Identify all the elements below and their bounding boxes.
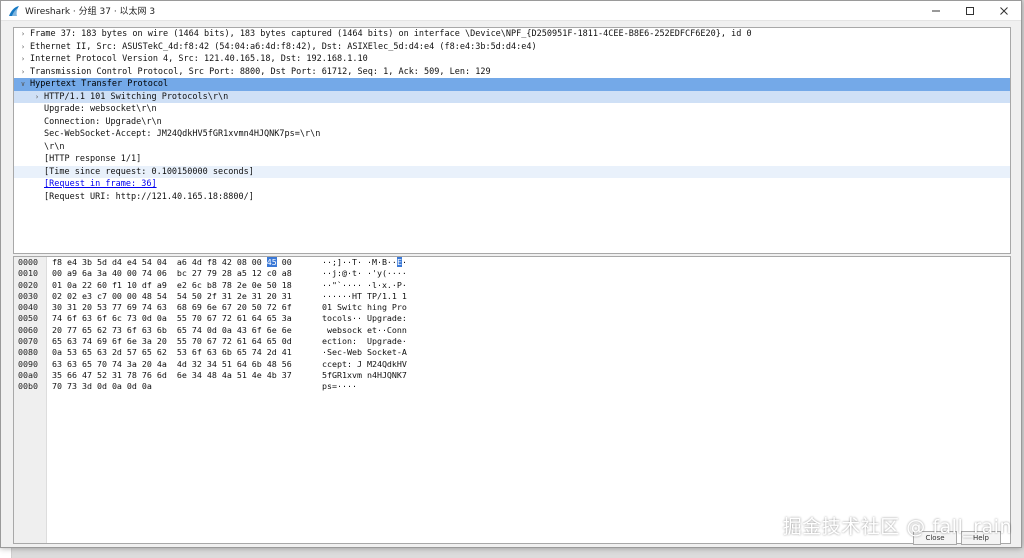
maximize-button[interactable]	[953, 1, 987, 21]
hex-bytes[interactable]: f8 e4 3b 5d d4 e4 54 04 a6 4d f8 42 08 0…	[52, 257, 292, 268]
hex-line: 00b0 70 73 3d 0d 0a 0d 0a ps=····	[14, 381, 1010, 392]
tree-row-label: Frame 37: 183 bytes on wire (1464 bits),…	[30, 29, 752, 39]
hex-ascii[interactable]: ··;]··T· ·M·B··E·	[322, 257, 407, 268]
hex-line: 0030 02 02 e3 c7 00 00 48 54 54 50 2f 31 …	[14, 291, 1010, 302]
tree-row[interactable]: › HTTP/1.1 101 Switching Protocols\r\n	[14, 90, 1010, 104]
tree-row[interactable]: [Time since request: 0.100150000 seconds…	[14, 165, 1010, 178]
hex-offset: 0000	[18, 257, 38, 267]
wireshark-fin-icon	[9, 5, 19, 16]
hex-line: 0090 63 63 65 70 74 3a 20 4a 4d 32 34 51 …	[14, 359, 1010, 370]
hex-ascii[interactable]: websock et··Conn	[322, 325, 407, 336]
hex-ascii[interactable]: ······HT TP/1.1 1	[322, 291, 407, 302]
hex-offset: 0040	[18, 302, 38, 313]
hex-offset: 0090	[18, 358, 38, 369]
tree-row-label: Sec-WebSocket-Accept: JM24QdkHV5fGR1xvmn…	[44, 129, 321, 139]
hex-line: 0070 65 63 74 69 6f 6e 3a 20 55 70 67 72 …	[14, 336, 1010, 347]
hex-bytes[interactable]: 0a 53 65 63 2d 57 65 62 53 6f 63 6b 65 7…	[52, 347, 292, 358]
minimize-button[interactable]	[919, 1, 953, 21]
tree-row[interactable]: › Frame 37: 183 bytes on wire (1464 bits)…	[14, 28, 1010, 41]
hex-offset: 0030	[18, 290, 38, 301]
hex-line: 0060 20 77 65 62 73 6f 63 6b 65 74 0d 0a …	[14, 325, 1010, 336]
watermark: 掘金技术社区 @ fall_rain	[782, 516, 1012, 538]
hex-offset: 0060	[18, 324, 38, 335]
desktop: Wireshark · 分组 37 · 以太网 3 › Frame 37: 183…	[0, 0, 1024, 558]
hex-bytes[interactable]: 00 a9 6a 3a 40 00 74 06 bc 27 79 28 a5 1…	[52, 268, 292, 279]
tree-row[interactable]: [Request in frame: 36]	[14, 178, 1010, 191]
packet-details-tree[interactable]: › Frame 37: 183 bytes on wire (1464 bits)…	[13, 27, 1011, 254]
chevron-right-icon[interactable]: ›	[19, 53, 27, 66]
selected-char[interactable]: E	[396, 257, 402, 267]
title-bar[interactable]: Wireshark · 分组 37 · 以太网 3	[1, 1, 1021, 21]
hex-ascii[interactable]: 01 Switc hing Pro	[322, 302, 407, 313]
hex-bytes[interactable]: 63 63 65 70 74 3a 20 4a 4d 32 34 51 64 6…	[52, 359, 292, 370]
close-button[interactable]	[987, 1, 1021, 21]
chevron-right-icon[interactable]: ›	[33, 91, 41, 104]
hex-offset: 0020	[18, 279, 38, 290]
packet-bytes-pane[interactable]: 0000 f8 e4 3b 5d d4 e4 54 04 a6 4d f8 42 …	[13, 256, 1011, 544]
tree-row[interactable]: Connection: Upgrade\r\n	[14, 116, 1010, 129]
hex-offset: 0070	[18, 336, 38, 347]
hex-bytes[interactable]: 74 6f 63 6f 6c 73 0d 0a 55 70 67 72 61 6…	[52, 313, 292, 324]
tree-row[interactable]: Upgrade: websocket\r\n	[14, 103, 1010, 116]
chevron-right-icon[interactable]: ›	[19, 41, 27, 54]
hex-line: 0010 00 a9 6a 3a 40 00 74 06 bc 27 79 28 …	[14, 268, 1010, 279]
tree-row-label: Connection: Upgrade\r\n	[44, 116, 162, 127]
hex-line: 0000 f8 e4 3b 5d d4 e4 54 04 a6 4d f8 42 …	[14, 257, 1010, 268]
hex-bytes[interactable]: 20 77 65 62 73 6f 63 6b 65 74 0d 0a 43 6…	[52, 325, 292, 336]
hex-ascii[interactable]: ·Sec-Web Socket-A	[322, 347, 407, 358]
hex-bytes[interactable]: 35 66 47 52 31 78 76 6d 6e 34 48 4a 51 4…	[52, 370, 292, 381]
tree-row-label: Internet Protocol Version 4, Src: 121.40…	[30, 54, 368, 64]
tree-row-label: \r\n	[44, 141, 65, 152]
tree-row-label: [Request URI: http://121.40.165.18:8800/…	[44, 191, 254, 202]
tree-row[interactable]: [Request URI: http://121.40.165.18:8800/…	[14, 191, 1010, 204]
tree-row[interactable]: [HTTP response 1/1]	[14, 153, 1010, 166]
hex-line: 0080 0a 53 65 63 2d 57 65 62 53 6f 63 6b …	[14, 347, 1010, 358]
hex-ascii[interactable]: 5fGR1xvm n4HJQNK7	[322, 370, 407, 381]
hex-offset: 0010	[18, 268, 38, 279]
tree-row[interactable]: › Transmission Control Protocol, Src Port…	[14, 66, 1010, 79]
tree-row[interactable]: › Ethernet II, Src: ASUSTekC_4d:f8:42 (54…	[14, 41, 1010, 54]
hex-ascii[interactable]: ection: Upgrade·	[322, 336, 407, 347]
hex-bytes[interactable]: 30 31 20 53 77 69 74 63 68 69 6e 67 20 5…	[52, 302, 292, 313]
hex-ascii[interactable]: ··j:@·t· ·'y(····	[322, 268, 407, 279]
hex-ascii[interactable]: ··"`···· ·l·x.·P·	[322, 280, 407, 291]
hex-ascii[interactable]: tocols·· Upgrade:	[322, 313, 407, 324]
hex-offset: 0050	[18, 313, 38, 324]
tree-row-label: Hypertext Transfer Protocol	[30, 79, 169, 89]
request-frame-link[interactable]: [Request in frame: 36]	[44, 178, 157, 191]
hex-line: 00a0 35 66 47 52 31 78 76 6d 6e 34 48 4a …	[14, 370, 1010, 381]
tree-row-label: Transmission Control Protocol, Src Port:…	[30, 66, 491, 77]
window-controls	[919, 1, 1021, 21]
tree-row[interactable]: › Internet Protocol Version 4, Src: 121.4…	[14, 53, 1010, 66]
tree-row-label: HTTP/1.1 101 Switching Protocols\r\n	[44, 91, 229, 102]
hex-offset: 00a0	[18, 369, 38, 380]
packet-detail-window: Wireshark · 分组 37 · 以太网 3 › Frame 37: 183…	[0, 0, 1022, 548]
tree-row-label: Ethernet II, Src: ASUSTekC_4d:f8:42 (54:…	[30, 41, 537, 52]
maximize-icon	[966, 7, 974, 15]
hex-line: 0050 74 6f 63 6f 6c 73 0d 0a 55 70 67 72 …	[14, 313, 1010, 324]
tree-row[interactable]: Sec-WebSocket-Accept: JM24QdkHV5fGR1xvmn…	[14, 128, 1010, 141]
tree-row[interactable]: ∨ Hypertext Transfer Protocol	[14, 78, 1010, 91]
hex-bytes[interactable]: 02 02 e3 c7 00 00 48 54 54 50 2f 31 2e 3…	[52, 291, 292, 302]
tree-row-label: [HTTP response 1/1]	[44, 154, 142, 164]
hex-bytes[interactable]: 70 73 3d 0d 0a 0d 0a	[52, 381, 152, 392]
hex-ascii[interactable]: ps=····	[322, 381, 357, 392]
tree-row-label: [Time since request: 0.100150000 seconds…	[44, 166, 254, 177]
close-icon	[1000, 7, 1008, 15]
hex-offset: 00b0	[18, 381, 38, 392]
window-title: Wireshark · 分组 37 · 以太网 3	[25, 7, 156, 17]
hex-ascii[interactable]: ccept: J M24QdkHV	[322, 359, 407, 370]
tree-row[interactable]: \r\n	[14, 141, 1010, 154]
selected-byte[interactable]: 45	[266, 257, 277, 267]
chevron-right-icon[interactable]: ›	[19, 28, 27, 41]
chevron-down-icon[interactable]: ∨	[19, 78, 27, 91]
hex-bytes[interactable]: 01 0a 22 60 f1 10 df a9 e2 6c b8 78 2e 0…	[52, 280, 292, 291]
hex-line: 0040 30 31 20 53 77 69 74 63 68 69 6e 67 …	[14, 302, 1010, 313]
hex-offset: 0080	[18, 347, 38, 358]
chevron-right-icon[interactable]: ›	[19, 66, 27, 79]
hex-bytes[interactable]: 65 63 74 69 6f 6e 3a 20 55 70 67 72 61 6…	[52, 336, 292, 347]
minimize-icon	[932, 10, 940, 12]
tree-row-label: Upgrade: websocket\r\n	[44, 104, 157, 114]
hex-line: 0020 01 0a 22 60 f1 10 df a9 e2 6c b8 78 …	[14, 280, 1010, 291]
